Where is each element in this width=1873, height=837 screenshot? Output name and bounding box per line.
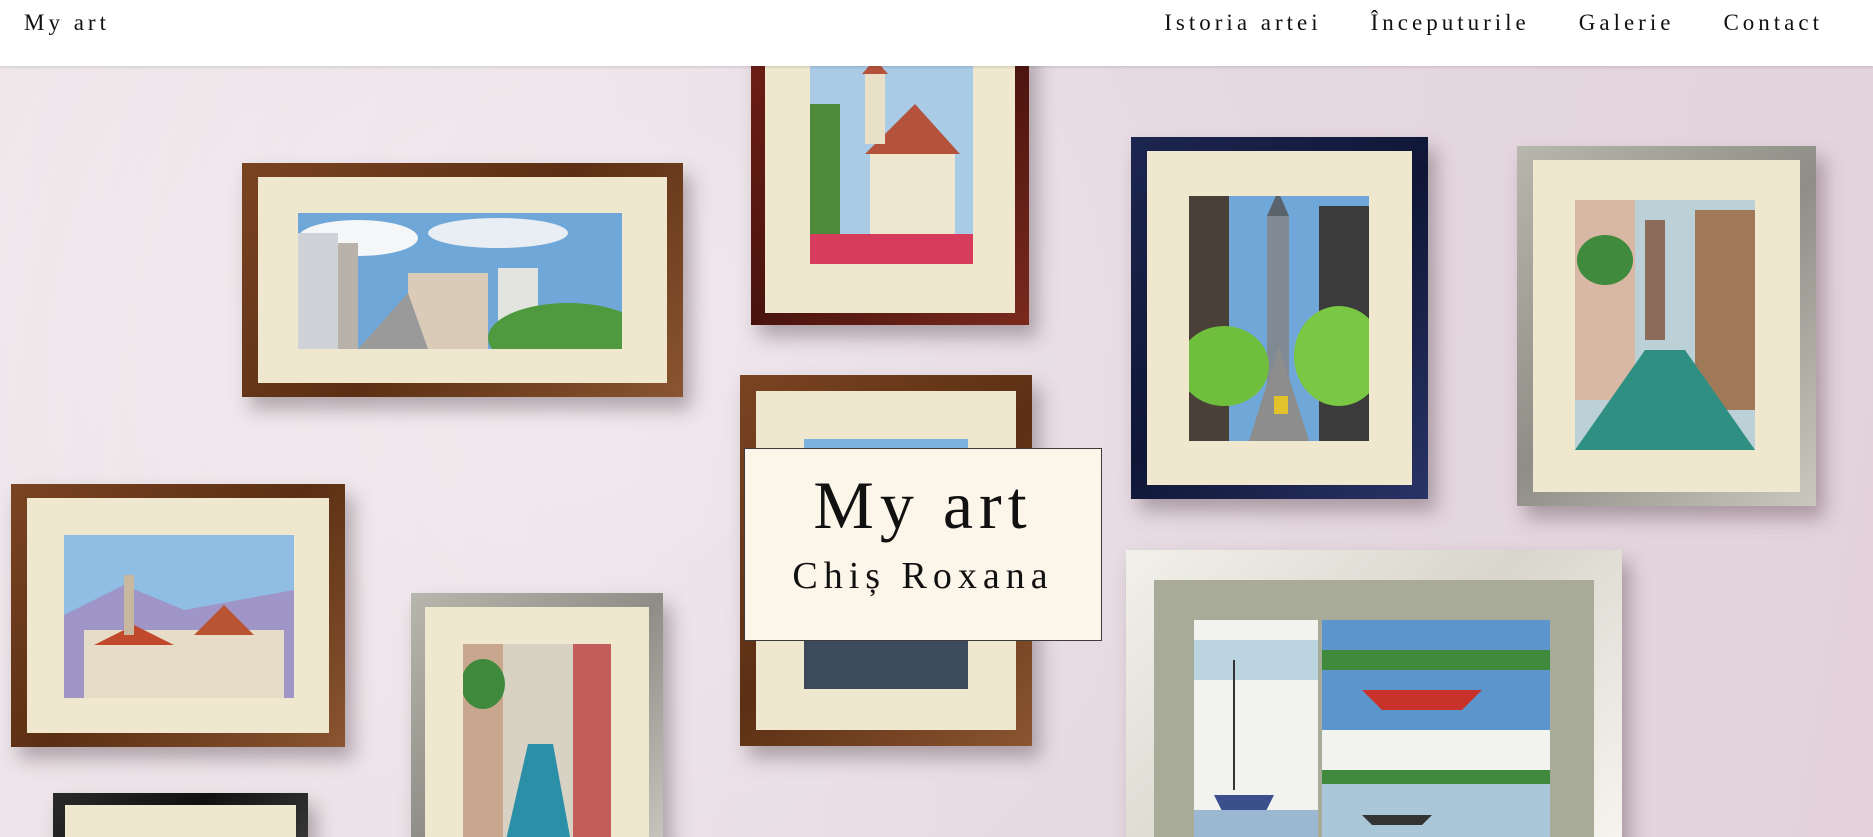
hero-subtitle: Chiș Roxana — [792, 555, 1054, 597]
painting-frame-tower-street — [1131, 137, 1428, 499]
nav-link-istoria-artei[interactable]: Istoria artei — [1164, 10, 1321, 36]
brand-link[interactable]: My art — [24, 10, 110, 36]
nav-link-inceputurile[interactable]: Începuturile — [1371, 10, 1530, 36]
top-navbar: My art Istoria artei Începuturile Galeri… — [0, 0, 1873, 66]
nav-link-contact[interactable]: Contact — [1723, 10, 1823, 36]
painting-frame-venice — [411, 593, 663, 837]
hero-title-card: My art Chiș Roxana — [744, 448, 1102, 641]
painting-frame-boats — [1126, 550, 1622, 837]
hero-gallery-wall: My art Chiș Roxana — [0, 66, 1873, 837]
nav-link-galerie[interactable]: Galerie — [1579, 10, 1675, 36]
painting-frame-city-street — [242, 163, 683, 397]
hero-title: My art — [813, 467, 1033, 543]
painting-frame-black — [53, 793, 308, 837]
painting-frame-village — [11, 484, 345, 747]
nav-links: Istoria artei Începuturile Galerie Conta… — [1164, 10, 1823, 36]
painting-frame-canal — [1517, 146, 1816, 506]
painting-frame-church — [751, 66, 1029, 325]
